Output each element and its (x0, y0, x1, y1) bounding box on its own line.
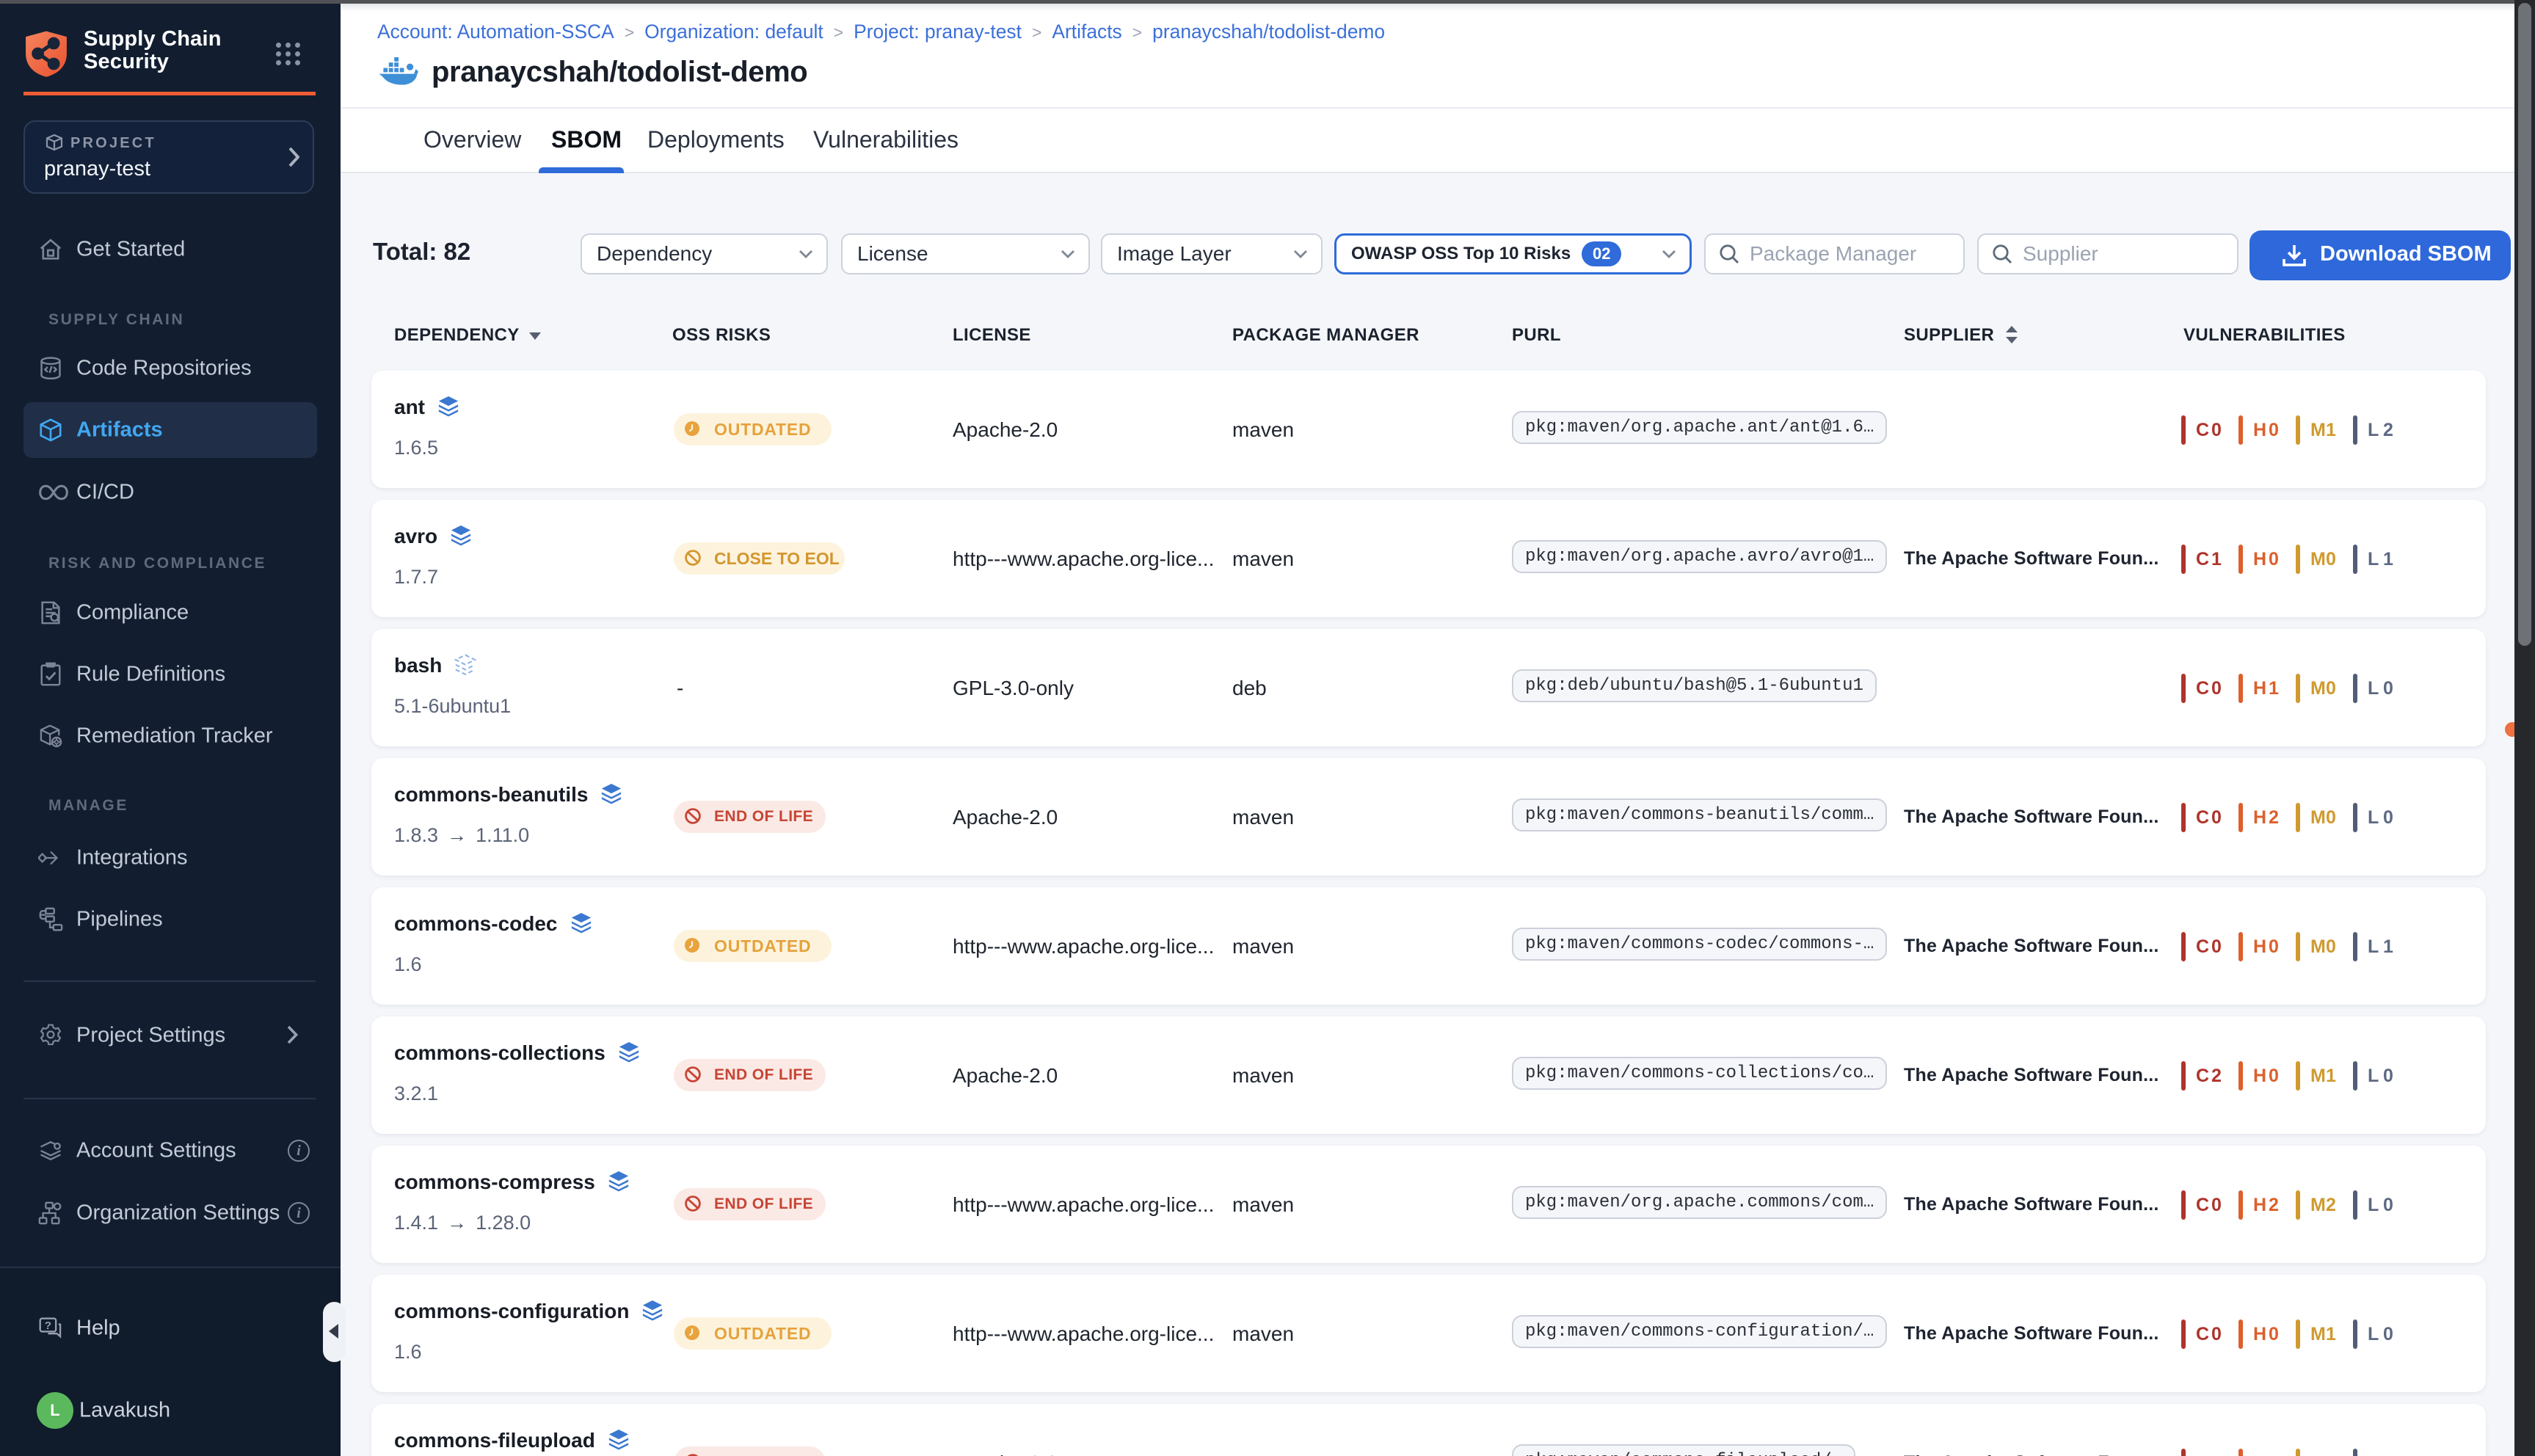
svg-text:?: ? (45, 1320, 51, 1332)
